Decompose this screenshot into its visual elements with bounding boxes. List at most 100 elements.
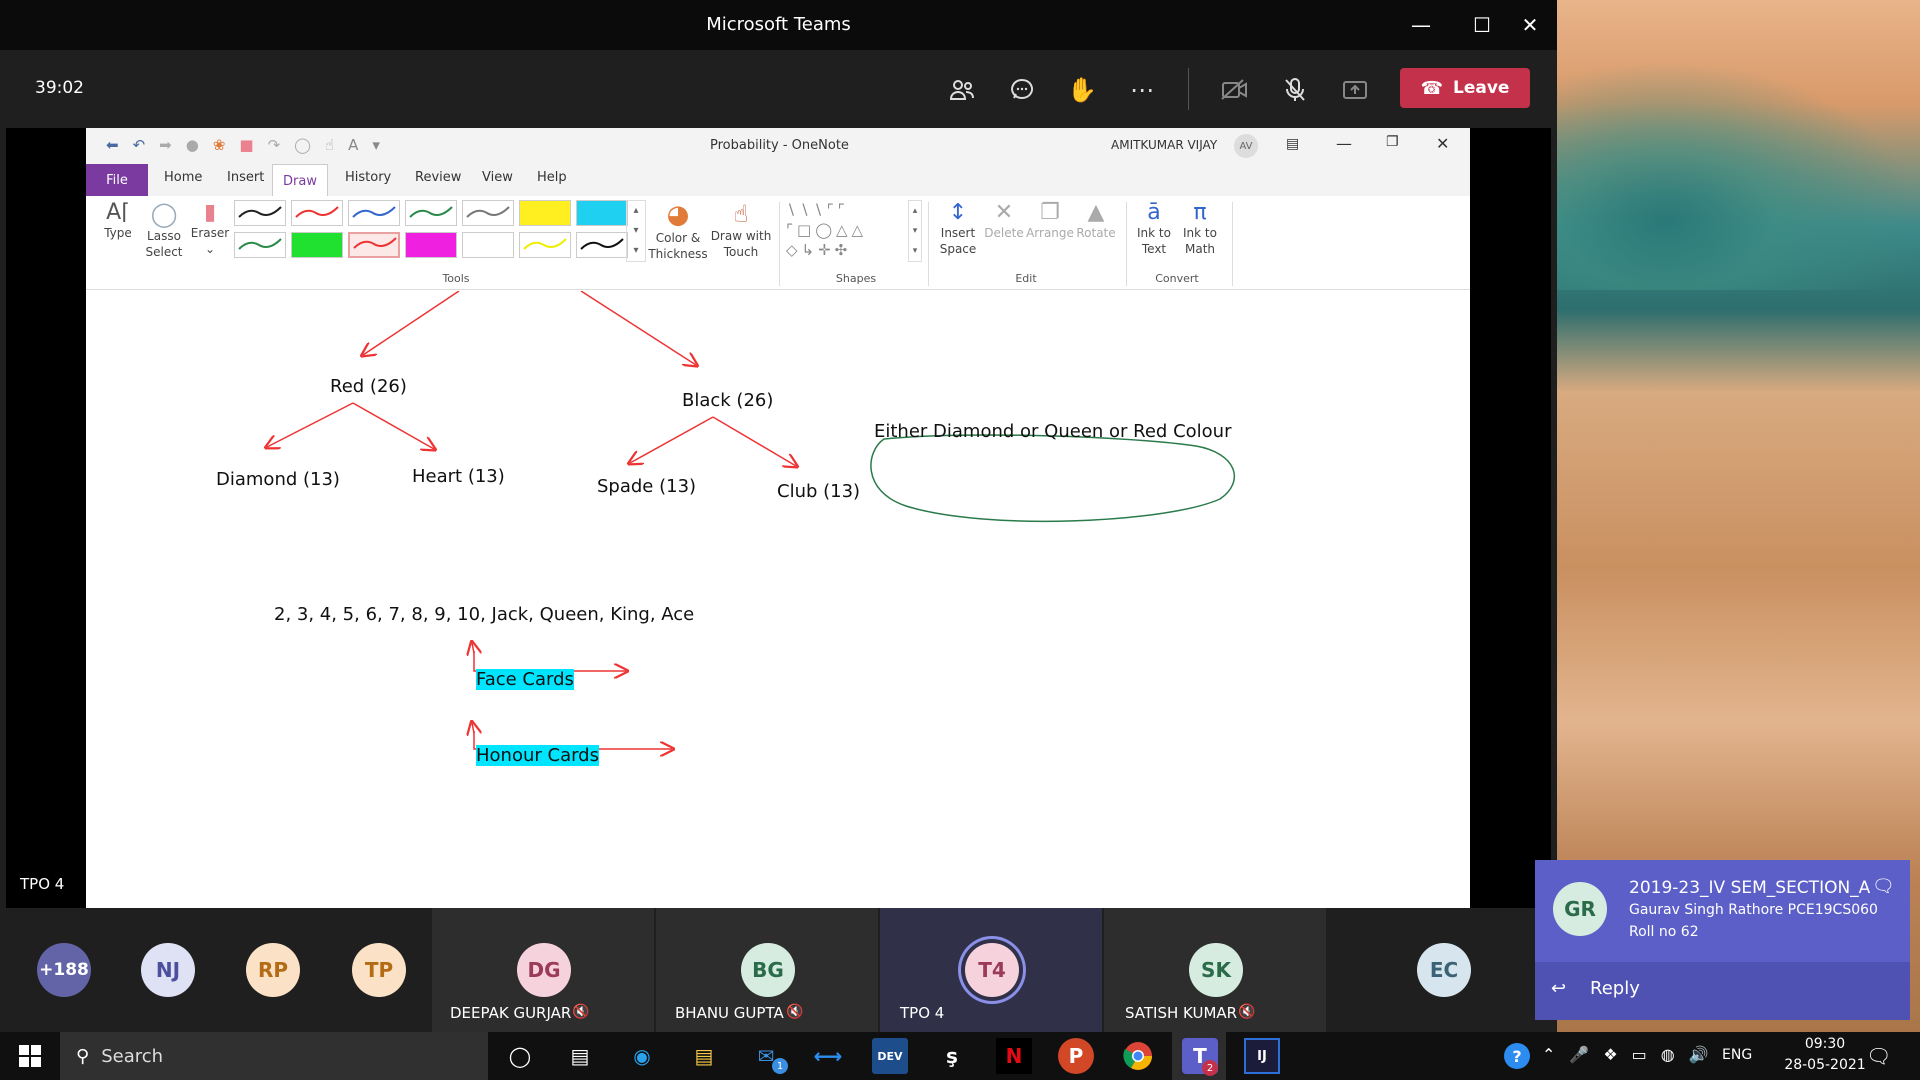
lasso-select-tool[interactable]: ◯ Lasso Select xyxy=(141,200,187,260)
avatar-nj[interactable]: NJ xyxy=(141,943,195,997)
overflow-avatar[interactable]: +188 xyxy=(37,943,91,997)
microphone-icon[interactable]: 🎤 xyxy=(1569,1045,1589,1064)
color-thickness-tool[interactable]: ◕ Color & Thickness xyxy=(648,200,708,262)
avatar-dg[interactable]: DG xyxy=(517,943,571,997)
avatar-t4[interactable]: T4 xyxy=(965,943,1019,997)
minimize-icon[interactable]: — xyxy=(1396,0,1446,50)
eraser-small-icon[interactable]: ■ xyxy=(239,136,253,154)
arrange-tool[interactable]: ❐ Arrange xyxy=(1026,200,1074,241)
devcpp-icon[interactable]: DEV xyxy=(872,1038,908,1074)
redo-icon[interactable]: ↷ xyxy=(268,136,281,154)
shapes-gallery[interactable]: ∖∖∖⌜⌜ ⌜□◯△△ ◇↳✛✣ xyxy=(786,200,906,264)
camera-off-icon[interactable] xyxy=(1213,68,1257,112)
cortana-icon[interactable]: ◯ xyxy=(502,1038,538,1074)
wifi-icon[interactable]: ◍ xyxy=(1661,1045,1675,1064)
show-hidden-icon[interactable]: ⌃ xyxy=(1542,1045,1555,1064)
pen-black-2[interactable] xyxy=(576,232,628,258)
ink-to-math-tool[interactable]: π Ink to Math xyxy=(1178,200,1222,257)
rotate-icon: ▲ xyxy=(1087,200,1105,225)
undo-icon[interactable]: ↶ xyxy=(133,136,146,154)
windows-start-icon[interactable] xyxy=(12,1038,48,1074)
tab-file[interactable]: File xyxy=(86,164,148,196)
netflix-icon[interactable]: N xyxy=(996,1038,1032,1074)
account-name[interactable]: AMITKUMAR VIJAY xyxy=(1111,138,1217,152)
tab-home[interactable]: Home xyxy=(164,170,202,185)
shapes-scroll[interactable]: ▴ ▾ ▾ xyxy=(908,200,922,262)
dropbox-icon[interactable]: ❖ xyxy=(1603,1045,1617,1064)
mic-off-icon[interactable] xyxy=(1273,68,1317,112)
file-explorer-icon[interactable]: ▤ xyxy=(686,1038,722,1074)
delete-tool[interactable]: ✕ Delete xyxy=(982,200,1026,241)
volume-icon[interactable]: 🔊 xyxy=(1689,1045,1709,1064)
raise-hand-icon[interactable]: ✋ xyxy=(1060,68,1104,112)
avatar-rp[interactable]: RP xyxy=(246,943,300,997)
notification-center-icon[interactable]: 🗨 xyxy=(1866,1044,1891,1068)
maximize-icon[interactable]: ☐ xyxy=(1457,0,1507,50)
circle-icon[interactable]: ● xyxy=(186,136,199,154)
intellij-icon[interactable]: IJ xyxy=(1244,1038,1280,1074)
taskbar-search[interactable]: ⚲ Search xyxy=(60,1032,488,1080)
account-avatar[interactable]: AV xyxy=(1234,134,1258,158)
language-indicator[interactable]: ENG xyxy=(1722,1047,1752,1063)
highlighter-yellow[interactable] xyxy=(519,200,571,226)
pen-red-selected[interactable] xyxy=(348,232,400,258)
pen-gallery-scroll[interactable]: ▴ ▾ ▾ xyxy=(626,200,646,262)
lasso-small-icon[interactable]: ◯ xyxy=(294,136,311,154)
pen-green-2[interactable] xyxy=(234,232,286,258)
clock-time[interactable]: 09:30 xyxy=(1790,1036,1860,1052)
touch-small-icon[interactable]: ☝ xyxy=(325,136,334,154)
battery-icon[interactable]: ▭ xyxy=(1632,1045,1647,1064)
participants-icon[interactable] xyxy=(940,68,984,112)
tab-insert[interactable]: Insert xyxy=(227,170,264,185)
eraser-tool[interactable]: ▮ Eraser ⌄ xyxy=(187,200,233,257)
help-icon[interactable]: ? xyxy=(1504,1043,1530,1069)
clock-date[interactable]: 28-05-2021 xyxy=(1773,1057,1877,1073)
back-icon[interactable]: ⬅ xyxy=(106,136,119,154)
tab-help[interactable]: Help xyxy=(537,170,567,185)
more-options-icon[interactable]: ⋯ xyxy=(1120,68,1164,112)
chat-icon[interactable] xyxy=(1000,68,1044,112)
text-small-icon[interactable]: A xyxy=(348,136,358,154)
onenote-close-icon[interactable]: ✕ xyxy=(1436,134,1449,153)
sublime-icon[interactable]: ş xyxy=(934,1038,970,1074)
avatar-bg[interactable]: BG xyxy=(741,943,795,997)
avatar-tp[interactable]: TP xyxy=(352,943,406,997)
pen-grey[interactable] xyxy=(462,200,514,226)
edge-icon[interactable]: ◉ xyxy=(624,1038,660,1074)
forward-icon[interactable]: ➡ xyxy=(159,136,172,154)
draw-with-touch-tool[interactable]: ☝ Draw with Touch xyxy=(710,200,772,260)
close-icon[interactable]: ✕ xyxy=(1505,0,1555,50)
notification-reply-button[interactable]: ↩ Reply xyxy=(1535,962,1910,1020)
pen-yellow[interactable] xyxy=(519,232,571,258)
powerpoint-icon[interactable]: P xyxy=(1058,1038,1094,1074)
type-tool[interactable]: A⌈ Type xyxy=(98,200,138,241)
tab-review[interactable]: Review xyxy=(415,170,461,185)
highlighter-cyan[interactable] xyxy=(576,200,628,226)
pen-black[interactable] xyxy=(234,200,286,226)
highlighter-green[interactable] xyxy=(291,232,343,258)
task-view-icon[interactable]: ▤ xyxy=(562,1038,598,1074)
note-canvas[interactable]: Red (26) Black (26) Diamond (13) Heart (… xyxy=(86,291,1470,908)
tab-view[interactable]: View xyxy=(482,170,513,185)
pen-red[interactable] xyxy=(291,200,343,226)
insert-space-tool[interactable]: ↕ Insert Space xyxy=(934,200,982,257)
highlighter-magenta[interactable] xyxy=(405,232,457,258)
avatar-ec[interactable]: EC xyxy=(1417,943,1471,997)
pen-blue[interactable] xyxy=(348,200,400,226)
ribbon-display-icon[interactable]: ▤ xyxy=(1286,136,1299,152)
avatar-sk[interactable]: SK xyxy=(1189,943,1243,997)
chrome-icon[interactable] xyxy=(1120,1038,1156,1074)
vscode-icon[interactable]: ⟷ xyxy=(810,1038,846,1074)
color-wheel-icon[interactable]: ❀ xyxy=(213,136,226,154)
share-tray-icon[interactable] xyxy=(1333,68,1377,112)
rotate-tool[interactable]: ▲ Rotate xyxy=(1074,200,1118,241)
onenote-restore-icon[interactable]: ❐ xyxy=(1386,134,1399,150)
dropdown-icon[interactable]: ▾ xyxy=(372,136,380,154)
onenote-minimize-icon[interactable]: — xyxy=(1336,134,1352,153)
pen-white[interactable] xyxy=(462,232,514,258)
tab-draw[interactable]: Draw xyxy=(272,164,328,197)
ink-to-text-tool[interactable]: ā Ink to Text xyxy=(1132,200,1176,257)
tab-history[interactable]: History xyxy=(345,170,391,185)
leave-button[interactable]: ☎ Leave xyxy=(1400,68,1530,108)
pen-green[interactable] xyxy=(405,200,457,226)
